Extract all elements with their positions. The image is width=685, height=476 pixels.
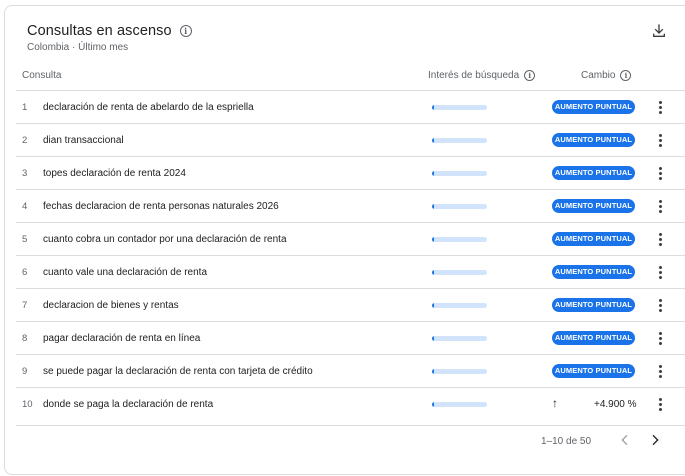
more-vert-icon[interactable] [654, 164, 666, 184]
table-row[interactable]: 7 declaracion de bienes y rentas AUMENTO P… [16, 288, 685, 321]
table-row[interactable]: 10 donde se paga la declaración de renta ↑… [16, 387, 685, 420]
table-row[interactable]: 5 cuanto cobra un contador por una declar… [16, 222, 685, 255]
column-header-change-label: Cambio [581, 70, 616, 81]
more-vert-icon[interactable] [654, 395, 666, 415]
breakout-badge: AUMENTO PUNTUAL [552, 265, 635, 279]
info-icon[interactable]: i [524, 70, 536, 81]
row-query-link[interactable]: se puede pagar la declaración de renta c… [43, 366, 313, 377]
row-query-link[interactable]: fechas declaracion de renta personas nat… [43, 201, 279, 212]
table-row[interactable]: 2 dian transaccional AUMENTO PUNTUAL [16, 123, 685, 156]
pagination-label: 1–10 de 50 [541, 436, 592, 447]
table-header: Consulta Interés de búsqueda i Cambio i [16, 60, 685, 90]
row-query-link[interactable]: declaracion de bienes y rentas [43, 300, 179, 311]
interest-bar-fill [432, 204, 434, 209]
row-rank: 5 [22, 234, 28, 245]
interest-bar [432, 171, 487, 176]
more-vert-icon[interactable] [654, 98, 666, 118]
more-vert-icon[interactable] [654, 362, 666, 382]
breakout-badge: AUMENTO PUNTUAL [552, 166, 635, 180]
row-rank: 9 [22, 366, 28, 377]
table-row[interactable]: 1 declaración de renta de abelardo de la … [16, 90, 685, 123]
more-vert-icon[interactable] [654, 263, 666, 283]
table-row[interactable]: 3 topes declaración de renta 2024 AUMENTO … [16, 156, 685, 189]
interest-bar [432, 336, 487, 341]
card-title: Consultas en ascenso [27, 23, 172, 39]
chevron-left-icon[interactable] [617, 432, 633, 448]
breakout-badge: AUMENTO PUNTUAL [552, 364, 635, 378]
row-rank: 7 [22, 300, 28, 311]
row-rank: 1 [22, 102, 28, 113]
more-vert-icon[interactable] [654, 296, 666, 316]
row-rank: 10 [22, 399, 33, 410]
row-rank: 4 [22, 201, 28, 212]
column-header-query: Consulta [22, 70, 62, 81]
column-header-interest-label: Interés de búsqueda [428, 70, 520, 81]
card-subtitle: Colombia · Último mes [27, 42, 129, 53]
row-query-link[interactable]: dian transaccional [43, 135, 124, 146]
card-header: Consultas en ascenso i [27, 23, 192, 39]
column-header-change: Cambio i [581, 70, 632, 81]
query-table: 1 declaración de renta de abelardo de la … [16, 90, 685, 420]
row-rank: 2 [22, 135, 28, 146]
row-query-link[interactable]: declaración de renta de abelardo de la e… [43, 102, 254, 113]
more-vert-icon[interactable] [654, 197, 666, 217]
row-query-link[interactable]: cuanto cobra un contador por una declara… [43, 234, 287, 245]
change-percent: +4.900 % [594, 398, 637, 410]
more-vert-icon[interactable] [654, 230, 666, 250]
breakout-badge: AUMENTO PUNTUAL [552, 133, 635, 147]
table-row[interactable]: 4 fechas declaracion de renta personas na… [16, 189, 685, 222]
interest-bar [432, 402, 487, 407]
interest-bar [432, 204, 487, 209]
row-query-link[interactable]: topes declaración de renta 2024 [43, 168, 186, 179]
breakout-badge: AUMENTO PUNTUAL [552, 298, 635, 312]
row-rank: 3 [22, 168, 28, 179]
column-header-interest: Interés de búsqueda i [428, 70, 536, 81]
chevron-right-icon[interactable] [647, 432, 663, 448]
row-query-link[interactable]: donde se paga la declaración de renta [43, 399, 213, 410]
interest-bar-fill [432, 270, 434, 275]
interest-bar [432, 237, 487, 242]
breakout-badge: AUMENTO PUNTUAL [552, 331, 635, 345]
interest-bar-fill [432, 369, 434, 374]
footer-divider [16, 425, 685, 426]
interest-bar [432, 138, 487, 143]
row-query-link[interactable]: pagar declaración de renta en línea [43, 333, 200, 344]
interest-bar-fill [432, 237, 434, 242]
info-icon[interactable]: i [179, 25, 192, 37]
more-vert-icon[interactable] [654, 329, 666, 349]
more-vert-icon[interactable] [654, 131, 666, 151]
info-icon[interactable]: i [620, 70, 632, 81]
interest-bar [432, 270, 487, 275]
interest-bar-fill [432, 402, 434, 407]
breakout-badge: AUMENTO PUNTUAL [552, 100, 635, 114]
table-row[interactable]: 9 se puede pagar la declaración de renta … [16, 354, 685, 387]
breakout-badge: AUMENTO PUNTUAL [552, 232, 635, 246]
row-query-link[interactable]: cuanto vale una declaración de renta [43, 267, 207, 278]
breakout-badge: AUMENTO PUNTUAL [552, 199, 635, 213]
download-icon[interactable] [651, 23, 667, 39]
interest-bar-fill [432, 138, 434, 143]
interest-bar-fill [432, 303, 434, 308]
row-rank: 6 [22, 267, 28, 278]
interest-bar [432, 105, 487, 110]
interest-bar-fill [432, 336, 434, 341]
table-row[interactable]: 8 pagar declaración de renta en línea AUME… [16, 321, 685, 354]
row-rank: 8 [22, 333, 28, 344]
interest-bar-fill [432, 105, 434, 110]
interest-bar [432, 369, 487, 374]
arrow-up-icon: ↑ [552, 396, 558, 410]
table-row[interactable]: 6 cuanto vale una declaración de renta AUM… [16, 255, 685, 288]
interest-bar-fill [432, 171, 434, 176]
interest-bar [432, 303, 487, 308]
